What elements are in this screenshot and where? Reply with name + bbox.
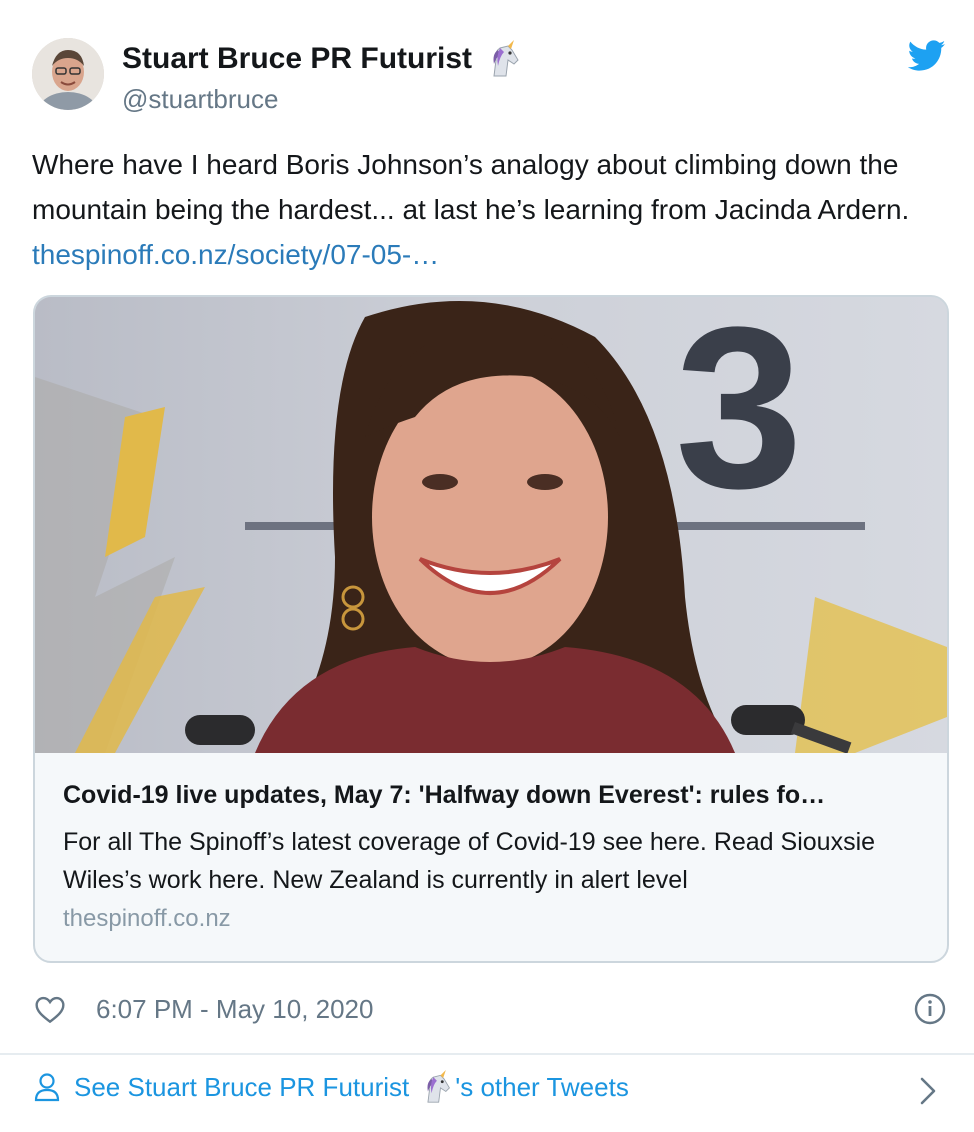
author-avatar[interactable] bbox=[32, 38, 104, 110]
backdrop-sign-number: 3 bbox=[675, 297, 803, 536]
card-description: For all The Spinoff’s latest coverage of… bbox=[63, 828, 876, 894]
footer-link-suffix[interactable]: 's other Tweets bbox=[455, 1072, 629, 1103]
card-image[interactable]: 3 bbox=[35, 297, 947, 753]
person-icon bbox=[34, 1072, 60, 1102]
unicorn-emoji bbox=[484, 40, 522, 78]
heart-icon[interactable] bbox=[34, 994, 66, 1024]
footer-link-prefix[interactable]: See Stuart Bruce PR Futurist bbox=[74, 1072, 409, 1103]
tweet-body: Where have I heard Boris Johnson’s analo… bbox=[32, 149, 910, 225]
unicorn-emoji bbox=[419, 1070, 453, 1104]
tweet-link[interactable]: thespinoff.co.nz/society/07-05-… bbox=[32, 239, 439, 270]
chevron-right-icon[interactable] bbox=[918, 1076, 938, 1106]
see-other-tweets-link[interactable]: See Stuart Bruce PR Futurist 's other Tw… bbox=[34, 1070, 629, 1104]
link-card[interactable]: 3 Covid-19 live updates, May 7: 'Halfway… bbox=[33, 295, 949, 963]
author-handle[interactable]: @stuartbruce bbox=[122, 84, 278, 115]
twitter-bird-icon[interactable] bbox=[907, 40, 946, 72]
tweet-timestamp[interactable]: 6:07 PM - May 10, 2020 bbox=[96, 994, 373, 1025]
info-icon[interactable] bbox=[914, 993, 946, 1025]
tweet-text: Where have I heard Boris Johnson’s analo… bbox=[32, 142, 952, 277]
author-name-text[interactable]: Stuart Bruce PR Futurist bbox=[122, 42, 472, 76]
footer-divider bbox=[0, 1053, 974, 1055]
author-name[interactable]: Stuart Bruce PR Futurist bbox=[122, 40, 522, 78]
card-domain: thespinoff.co.nz bbox=[63, 905, 231, 932]
card-title[interactable]: Covid-19 live updates, May 7: 'Halfway d… bbox=[63, 781, 923, 810]
